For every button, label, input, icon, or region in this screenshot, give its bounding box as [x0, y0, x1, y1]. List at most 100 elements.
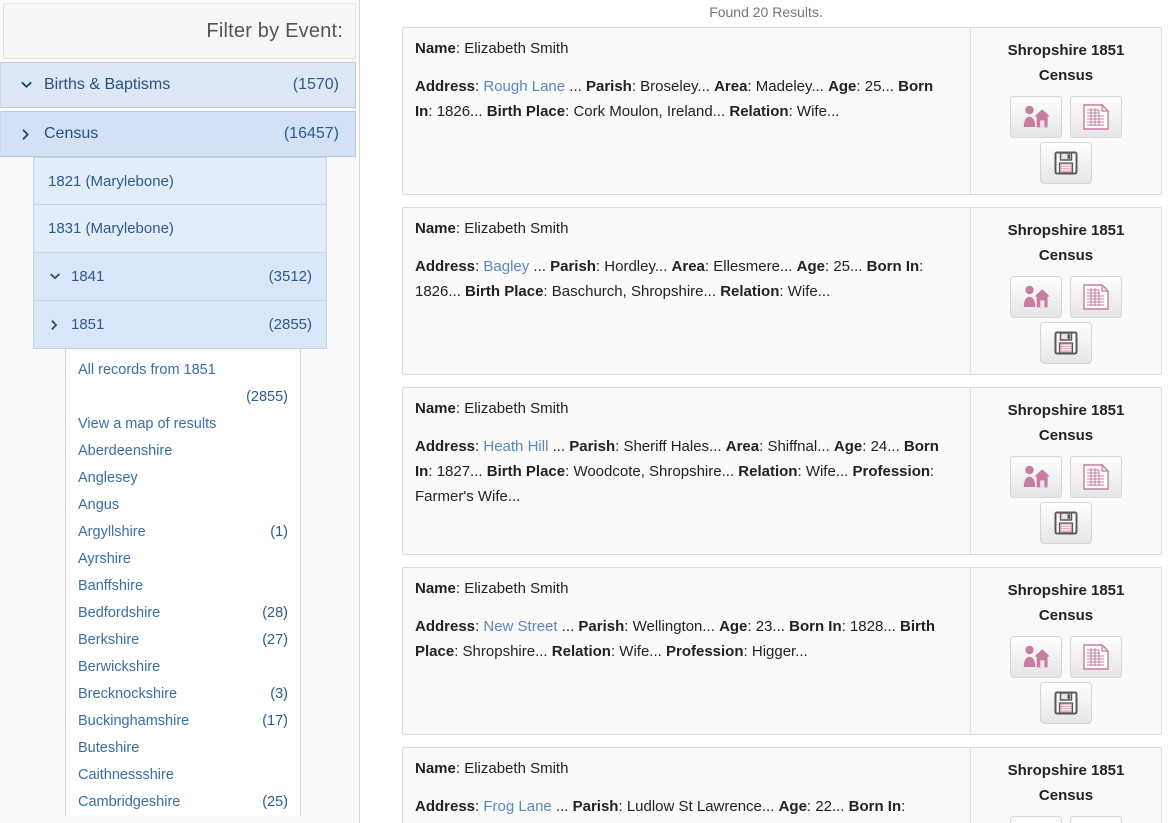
save-icon-row — [1040, 682, 1092, 724]
field-value: Hordley... — [604, 258, 668, 275]
transcript-icon — [1081, 103, 1111, 131]
place-filter-item[interactable]: Caithnessshire — [78, 762, 288, 789]
action-icon-row — [1010, 636, 1122, 678]
view-household-button[interactable] — [1010, 816, 1062, 823]
place-filter-label: Aberdeenshire — [78, 443, 173, 459]
place-filter-count: (17) — [262, 713, 288, 729]
result-card-actions: Shropshire 1851 Census — [971, 208, 1161, 374]
place-filter-item[interactable]: Buteshire — [78, 735, 288, 762]
chevron-down-icon[interactable] — [19, 78, 34, 93]
view-transcript-button[interactable] — [1070, 456, 1122, 498]
year-filter-item[interactable]: 1831 (Marylebone) — [33, 205, 327, 253]
place-filter-item[interactable]: Cambridgeshire (25) — [78, 789, 288, 816]
save-icon-row — [1040, 502, 1092, 544]
place-filter-label: Ayrshire — [78, 551, 131, 567]
place-filter-label: Berwickshire — [78, 659, 161, 675]
field-value: Cork Moulon, Ireland... — [573, 103, 726, 120]
view-household-button[interactable] — [1010, 96, 1062, 138]
chevron-right-icon[interactable] — [48, 318, 62, 332]
address-link[interactable]: Heath Hill — [483, 438, 548, 455]
field-value: 25... — [833, 258, 863, 275]
view-household-button[interactable] — [1010, 276, 1062, 318]
field-value: Wife... — [805, 463, 849, 480]
chevron-right-icon[interactable] — [19, 127, 34, 142]
view-transcript-button[interactable] — [1070, 276, 1122, 318]
field-value: Sheriff Hales... — [623, 438, 722, 455]
field-label: Relation — [720, 283, 780, 300]
save-record-button[interactable] — [1040, 142, 1092, 184]
view-household-button[interactable] — [1010, 456, 1062, 498]
address-link[interactable]: Bagley — [483, 258, 529, 275]
field-value: Farmer's Wife... — [415, 488, 521, 505]
place-filter-item[interactable]: All records from 1851 (2855) — [78, 357, 288, 411]
field-label: Born In — [866, 258, 920, 275]
place-filter-label: Argyllshire — [78, 524, 146, 540]
event-filter-label: Births & Baptisms — [44, 76, 171, 93]
field-label: Profession — [852, 463, 931, 480]
field-label: Parish — [572, 798, 619, 815]
transcript-icon — [1081, 643, 1111, 671]
place-filter-label: Berkshire — [78, 632, 140, 648]
place-filter-item[interactable]: Banffshire — [78, 573, 288, 600]
field-label: Address — [415, 618, 476, 635]
place-filter-label: Caithnessshire — [78, 767, 174, 783]
field-value: Wife... — [787, 283, 831, 300]
place-filter-item[interactable]: Angus — [78, 492, 288, 519]
view-transcript-button[interactable] — [1070, 96, 1122, 138]
place-filter-item[interactable]: Bedfordshire (28) — [78, 600, 288, 627]
household-icon — [1021, 104, 1051, 130]
view-transcript-button[interactable] — [1070, 636, 1122, 678]
field-label: Address — [415, 798, 476, 815]
event-filter-item[interactable]: Births & Baptisms (1570) — [0, 62, 356, 108]
address-link[interactable]: New Street — [483, 618, 557, 635]
view-household-button[interactable] — [1010, 636, 1062, 678]
save-record-button[interactable] — [1040, 682, 1092, 724]
year-filter-item[interactable]: 1821 (Marylebone) — [33, 157, 327, 205]
place-filter-item[interactable]: Berwickshire — [78, 654, 288, 681]
place-filter-item[interactable]: Brecknockshire (3) — [78, 681, 288, 708]
field-label: Profession — [665, 643, 744, 660]
field-label: Parish — [550, 258, 596, 275]
field-value: 1826... — [436, 103, 483, 120]
place-filter-label: View a map of results — [78, 416, 217, 432]
place-filter-item[interactable]: Berkshire (27) — [78, 627, 288, 654]
transcript-icon — [1081, 283, 1111, 311]
save-icon — [1053, 510, 1079, 536]
place-filter-label: Cambridgeshire — [78, 794, 181, 810]
action-icon-row — [1010, 816, 1122, 823]
field-label: Born In — [789, 618, 842, 635]
year-filter-item[interactable]: 1841 (3512) — [33, 253, 327, 301]
result-card: Name: Elizabeth Smith Address: Frog Lane … — [402, 747, 1162, 823]
event-filter-count: (16457) — [283, 125, 339, 142]
field-label: Born In — [848, 798, 902, 815]
save-record-button[interactable] — [1040, 322, 1092, 364]
year-filter-item[interactable]: 1851 (2855) — [33, 301, 327, 349]
view-transcript-button[interactable] — [1070, 816, 1122, 823]
result-name-line: Name: Elizabeth Smith — [415, 220, 569, 237]
field-label: Age — [719, 618, 748, 635]
place-filter-item[interactable]: Argyllshire (1) — [78, 519, 288, 546]
save-icon-row — [1040, 142, 1092, 184]
place-filter-item[interactable]: View a map of results — [78, 411, 288, 438]
event-filter-item[interactable]: Census (16457) — [0, 111, 356, 157]
save-record-button[interactable] — [1040, 502, 1092, 544]
chevron-down-icon[interactable] — [48, 270, 62, 284]
place-filter-item[interactable]: Ayrshire — [78, 546, 288, 573]
field-label: Age — [778, 798, 807, 815]
result-source-title: Shropshire 1851 Census — [1007, 42, 1125, 84]
event-filter-list: Births & Baptisms (1570) Census (16457) — [0, 62, 359, 157]
place-filter-item[interactable]: Aberdeenshire — [78, 438, 288, 465]
filter-sidebar: Filter by Event: Births & Baptisms (1570)… — [0, 0, 360, 823]
year-filter-count: (3512) — [268, 268, 312, 285]
place-filter-item[interactable]: Buckinghamshire (17) — [78, 708, 288, 735]
place-filter-item[interactable]: Anglesey — [78, 465, 288, 492]
result-card-body: Name: Elizabeth Smith Address: Frog Lane … — [403, 748, 971, 823]
address-link[interactable]: Frog Lane — [483, 798, 551, 815]
result-detail-line: Address: Rough Lane ... Parish: Broseley… — [415, 78, 934, 120]
result-card: Name: Elizabeth Smith Address: Rough Lane… — [402, 27, 1162, 195]
result-card-body: Name: Elizabeth Smith Address: New Street… — [403, 568, 971, 734]
place-filter-label: Buckinghamshire — [78, 713, 190, 729]
address-link[interactable]: Rough Lane — [483, 78, 565, 95]
action-icon-row — [1010, 96, 1122, 138]
field-label: Relation — [729, 103, 789, 120]
